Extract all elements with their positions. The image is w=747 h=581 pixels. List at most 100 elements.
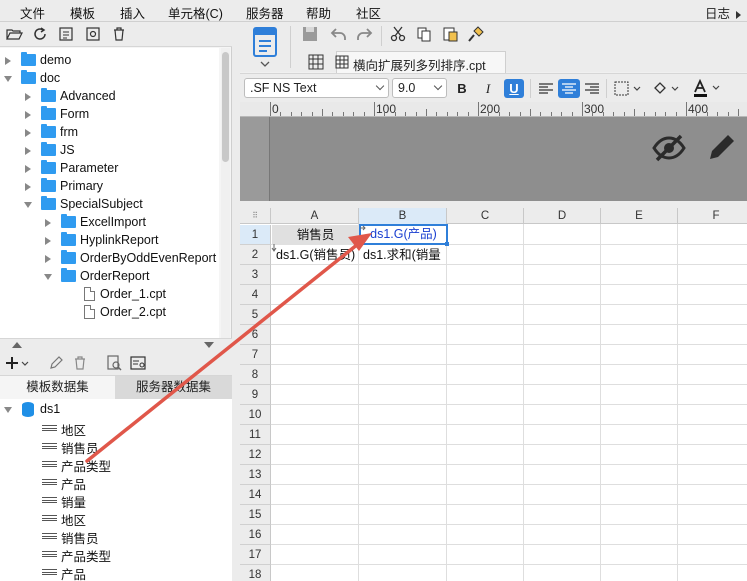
collapsed-toggle-icon[interactable] (5, 57, 11, 65)
cell-a1[interactable]: 销售员 (272, 225, 359, 245)
row-header[interactable]: 11 (240, 425, 271, 445)
row-header[interactable]: 7 (240, 345, 271, 365)
expanded-toggle-icon[interactable] (24, 202, 32, 208)
dataset-field[interactable]: 销量 (0, 491, 219, 510)
align-left-icon[interactable] (538, 81, 555, 97)
menu-template[interactable]: 模板 (70, 3, 95, 22)
font-color-icon[interactable] (692, 79, 722, 98)
eye-slash-icon[interactable] (652, 133, 686, 163)
collapsed-toggle-icon[interactable] (25, 147, 31, 155)
tree-folder-item[interactable]: HyplinkReport (0, 232, 219, 250)
edit-icon[interactable] (48, 355, 65, 371)
dataset-root[interactable]: ds1 (0, 401, 219, 419)
row-header[interactable]: 12 (240, 445, 271, 465)
row-header[interactable]: 2 (240, 245, 271, 265)
tree-folder-item[interactable]: Form (0, 106, 219, 124)
row-header[interactable]: 6 (240, 325, 271, 345)
copy-icon[interactable] (416, 26, 433, 42)
tree-folder-item[interactable]: ExcelImport (0, 214, 219, 232)
tree-folder-item[interactable]: Parameter (0, 160, 219, 178)
select-all-corner[interactable]: ⠿ (240, 208, 271, 224)
dataset-field[interactable]: 产品类型 (0, 545, 219, 564)
expanded-toggle-icon[interactable] (4, 407, 12, 413)
save-icon[interactable] (302, 26, 319, 42)
tree-scrollbar[interactable] (221, 48, 230, 338)
menu-insert[interactable]: 插入 (120, 3, 145, 22)
align-right-icon[interactable] (584, 81, 601, 97)
column-header[interactable]: B (359, 208, 447, 224)
border-icon[interactable] (614, 81, 642, 97)
tree-folder-item[interactable]: OrderByOddEvenReport (0, 250, 219, 268)
row-header[interactable]: 14 (240, 485, 271, 505)
tree-folder-item[interactable]: demo (0, 52, 219, 70)
undo-icon[interactable] (330, 26, 347, 42)
vertical-splitter[interactable] (232, 22, 240, 581)
dataset-field[interactable]: 销售员 (0, 527, 219, 546)
delete-icon[interactable] (72, 355, 89, 371)
tab-report-file[interactable]: 横向扩展列多列排序.cpt (335, 51, 506, 73)
row-header[interactable]: 15 (240, 505, 271, 525)
collapsed-toggle-icon[interactable] (25, 129, 31, 137)
align-center-button[interactable] (558, 79, 580, 98)
tab-template-dataset[interactable]: 模板数据集 (0, 376, 115, 399)
collapsed-toggle-icon[interactable] (25, 93, 31, 101)
font-size-select[interactable]: 9.0 (392, 78, 447, 98)
menu-community[interactable]: 社区 (356, 3, 381, 22)
menu-file[interactable]: 文件 (20, 3, 45, 22)
cell-b1[interactable]: ds1.G(产品) (359, 224, 448, 245)
collapsed-toggle-icon[interactable] (25, 165, 31, 173)
pencil-icon[interactable] (706, 131, 738, 163)
tree-file-item[interactable]: Order_2.cpt (0, 304, 219, 322)
column-header[interactable]: F (678, 208, 747, 224)
fill-color-icon[interactable] (652, 81, 680, 97)
panel-splitter[interactable] (0, 338, 232, 350)
row-header[interactable]: 18 (240, 565, 271, 581)
report-editor-icon[interactable] (248, 24, 282, 68)
gear-folder-icon[interactable] (85, 26, 102, 42)
expanded-toggle-icon[interactable] (4, 76, 12, 82)
column-header[interactable]: A (271, 208, 359, 224)
row-header[interactable]: 3 (240, 265, 271, 285)
column-header[interactable]: D (524, 208, 601, 224)
bold-button[interactable]: B (452, 79, 472, 98)
format-painter-icon[interactable] (468, 26, 485, 42)
refresh-icon[interactable] (32, 26, 49, 42)
row-header[interactable]: 17 (240, 545, 271, 565)
row-header[interactable]: 13 (240, 465, 271, 485)
cell-b2[interactable]: ds1.求和(销量 (360, 245, 447, 265)
menu-server[interactable]: 服务器 (246, 3, 284, 22)
row-header[interactable]: 10 (240, 405, 271, 425)
trash-icon[interactable] (111, 26, 128, 42)
cut-icon[interactable] (390, 26, 407, 42)
collapsed-toggle-icon[interactable] (45, 219, 51, 227)
dataset-field[interactable]: 地区 (0, 419, 219, 438)
row-header[interactable]: 8 (240, 365, 271, 385)
column-header[interactable]: C (447, 208, 524, 224)
redo-icon[interactable] (356, 26, 373, 42)
underline-button[interactable]: U (504, 79, 524, 98)
dataset-field[interactable]: 地区 (0, 509, 219, 528)
row-header[interactable]: 9 (240, 385, 271, 405)
collapse-down-icon[interactable] (204, 342, 214, 348)
collapsed-toggle-icon[interactable] (45, 255, 51, 263)
dataset-field[interactable]: 产品 (0, 473, 219, 492)
italic-button[interactable]: I (478, 79, 498, 98)
dataset-field[interactable]: 产品类型 (0, 455, 219, 474)
row-header[interactable]: 4 (240, 285, 271, 305)
dataset-field[interactable]: 产品 (0, 563, 219, 581)
row-header[interactable]: 5 (240, 305, 271, 325)
log-button[interactable]: 日志 (705, 3, 741, 22)
scrollbar-thumb[interactable] (222, 52, 229, 162)
preview-icon[interactable] (106, 355, 123, 371)
collapsed-toggle-icon[interactable] (45, 237, 51, 245)
dataset-settings-icon[interactable] (130, 355, 147, 371)
expanded-toggle-icon[interactable] (44, 274, 52, 280)
paste-icon[interactable] (442, 26, 459, 42)
tree-folder-item[interactable]: doc (0, 70, 219, 88)
dataset-field[interactable]: 销售员 (0, 437, 219, 456)
tree-folder-item[interactable]: OrderReport (0, 268, 219, 286)
collapsed-toggle-icon[interactable] (25, 183, 31, 191)
tree-folder-item[interactable]: Advanced (0, 88, 219, 106)
menu-cell[interactable]: 单元格(C) (168, 3, 223, 22)
properties-icon[interactable] (58, 26, 75, 42)
